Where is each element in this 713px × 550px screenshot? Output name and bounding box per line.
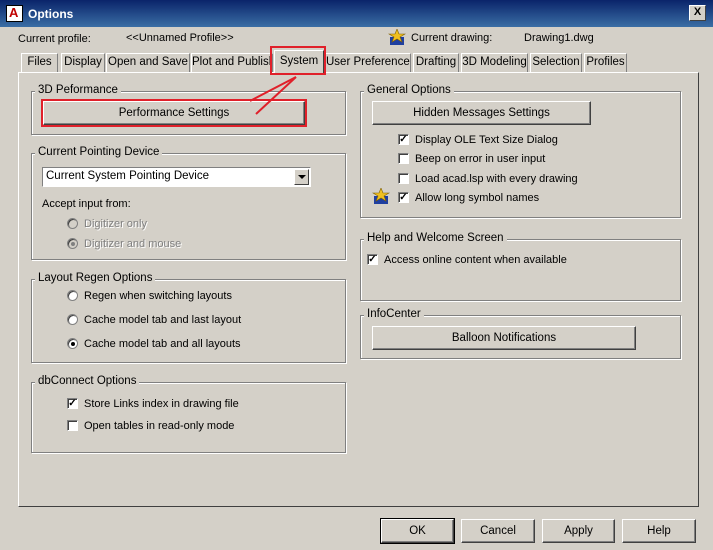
annotation-arrow [249, 76, 297, 115]
